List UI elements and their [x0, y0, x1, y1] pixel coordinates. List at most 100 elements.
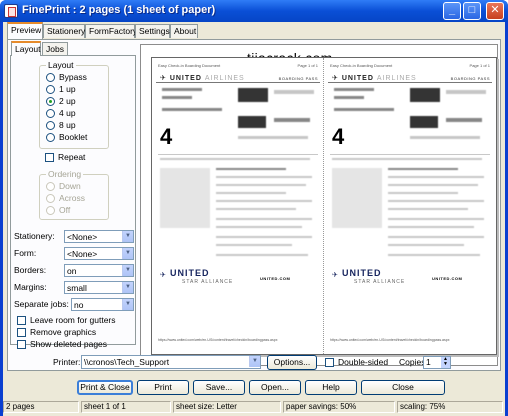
chevron-down-icon: ▼ — [122, 265, 133, 276]
united-url: UNITED.COM — [432, 276, 463, 281]
subtab-layout[interactable]: Layout — [11, 41, 41, 56]
radio-label: 4 up — [59, 108, 76, 118]
checkbox-label: Leave room for gutters — [30, 315, 116, 325]
ordering-legend: Ordering — [46, 169, 84, 179]
margins-label: Margins: — [14, 282, 47, 292]
checkbox-box — [325, 358, 334, 367]
checkbox-label: Show deleted pages — [30, 339, 108, 349]
close-window-button[interactable]: ✕ — [486, 2, 504, 20]
layout-subpanel: Layout Bypass 1 up 2 up 4 up 8 up Bookle… — [10, 55, 136, 349]
radio-dot — [46, 73, 55, 82]
radio-label: 8 up — [59, 120, 76, 130]
redacted-text — [446, 118, 482, 122]
redacted-barcode — [410, 88, 440, 102]
title-bar[interactable]: FinePrint : 2 pages (1 sheet of paper) _… — [0, 0, 508, 22]
radio-booklet[interactable]: Booklet — [46, 132, 116, 144]
checkbox-box — [17, 340, 26, 349]
borders-select[interactable]: on ▼ — [64, 264, 134, 277]
tab-preview[interactable]: Preview — [7, 22, 43, 39]
help-button[interactable]: Help — [305, 380, 357, 395]
redacted-text — [388, 192, 458, 194]
redacted-text — [216, 192, 286, 194]
radio-down: Down — [46, 181, 116, 193]
repeat-checkbox[interactable]: Repeat — [45, 152, 125, 164]
radio-label: Across — [59, 193, 85, 203]
tab-about[interactable]: About — [170, 24, 198, 38]
print-button[interactable]: Print — [137, 380, 189, 395]
copies-spinner[interactable]: 1 ▲ ▼ — [423, 356, 451, 369]
show-deleted-checkbox[interactable]: Show deleted pages — [17, 339, 127, 351]
radio-dot — [46, 206, 55, 215]
window-title: FinePrint : 2 pages (1 sheet of paper) — [22, 4, 216, 16]
spinner-arrows-icon[interactable]: ▲ ▼ — [441, 357, 450, 368]
redacted-text — [162, 88, 202, 91]
maximize-button[interactable]: □ — [463, 2, 481, 20]
preview-tab-panel: Layout Jobs Layout Bypass 1 up 2 up 4 up… — [7, 39, 501, 371]
logo-word: UNITED — [341, 75, 374, 82]
radio-label: Off — [59, 205, 71, 215]
layout-legend: Layout — [46, 60, 76, 70]
redacted-text — [216, 226, 302, 228]
stationery-select[interactable]: <None> ▼ — [64, 230, 134, 243]
page-header-right: Page 1 of 1 — [469, 63, 490, 68]
radio-2up[interactable]: 2 up — [46, 96, 116, 108]
print-and-close-button[interactable]: Print & Close — [77, 380, 133, 395]
copies-label: Copies — [399, 357, 426, 367]
redacted-text — [216, 244, 292, 246]
redacted-text — [238, 136, 308, 139]
select-value: <None> — [67, 249, 98, 259]
united-wordmark: UNITED — [342, 268, 382, 278]
chevron-down-icon: ▼ — [122, 248, 133, 259]
subtab-jobs[interactable]: Jobs — [42, 42, 68, 55]
preview-sheet: Easy Check-in Boarding Document Page 1 of… — [151, 57, 497, 355]
redacted-text — [160, 158, 310, 160]
status-sheet: sheet 1 of 1 — [81, 401, 171, 413]
radio-label: Down — [59, 181, 81, 191]
print-preview-area[interactable]: tijacrack.com Easy Check-in Boarding Doc… — [140, 44, 498, 366]
redacted-text — [216, 254, 308, 256]
page-footer-url: https://www.united.com/web/en-US/content… — [330, 338, 450, 342]
leave-room-checkbox[interactable]: Leave room for gutters — [17, 315, 127, 327]
select-value: no — [74, 300, 84, 310]
close-button[interactable]: Close — [361, 380, 445, 395]
redacted-text — [446, 90, 486, 94]
radio-dot-selected — [46, 97, 55, 106]
redacted-barcode — [238, 88, 268, 102]
redacted-text — [216, 208, 296, 210]
separate-jobs-select[interactable]: no ▼ — [71, 298, 134, 311]
radio-4up[interactable]: 4 up — [46, 108, 116, 120]
chevron-down-icon: ▼ — [122, 231, 133, 242]
checkbox-box — [17, 316, 26, 325]
redacted-text — [162, 96, 192, 99]
remove-graphics-checkbox[interactable]: Remove graphics — [17, 327, 127, 339]
logo-word: UNITED — [169, 75, 202, 82]
redacted-text — [334, 88, 374, 91]
select-value: \\cronos\Tech_Support — [84, 357, 170, 367]
printer-select[interactable]: \\cronos\Tech_Support ▼ — [81, 355, 261, 369]
tab-stationery[interactable]: Stationery — [43, 24, 85, 38]
select-value: small — [67, 283, 87, 293]
minimize-button[interactable]: _ — [443, 2, 461, 20]
status-bar: 2 pages sheet 1 of 1 sheet size: Letter … — [3, 400, 505, 413]
open-button[interactable]: Open... — [249, 380, 301, 395]
select-value: <None> — [67, 232, 98, 242]
radio-1up[interactable]: 1 up — [46, 84, 116, 96]
boarding-pass-label: BOARDING PASS — [450, 76, 490, 81]
page-header: Easy Check-in Boarding Document Page 1 of… — [158, 63, 318, 69]
tab-formfactory[interactable]: FormFactory — [85, 24, 137, 38]
printer-options-button[interactable]: Options... — [267, 355, 317, 370]
radio-bypass[interactable]: Bypass — [46, 72, 116, 84]
printer-label: Printer: — [53, 357, 81, 367]
form-select[interactable]: <None> ▼ — [64, 247, 134, 260]
margins-select[interactable]: small ▼ — [64, 281, 134, 294]
save-button[interactable]: Save... — [193, 380, 245, 395]
plane-icon: ✈ — [332, 272, 338, 279]
redacted-text — [388, 176, 484, 178]
copies-value: 1 — [426, 357, 431, 367]
page-logo-bar: ✈ UNITED AIRLINES BOARDING PASS — [328, 74, 492, 83]
redacted-text — [274, 90, 314, 94]
logo-suffix: AIRLINES — [204, 75, 245, 82]
double-sided-checkbox[interactable]: Double-sided — [325, 357, 395, 369]
tab-settings[interactable]: Settings — [135, 24, 170, 38]
radio-8up[interactable]: 8 up — [46, 120, 116, 132]
